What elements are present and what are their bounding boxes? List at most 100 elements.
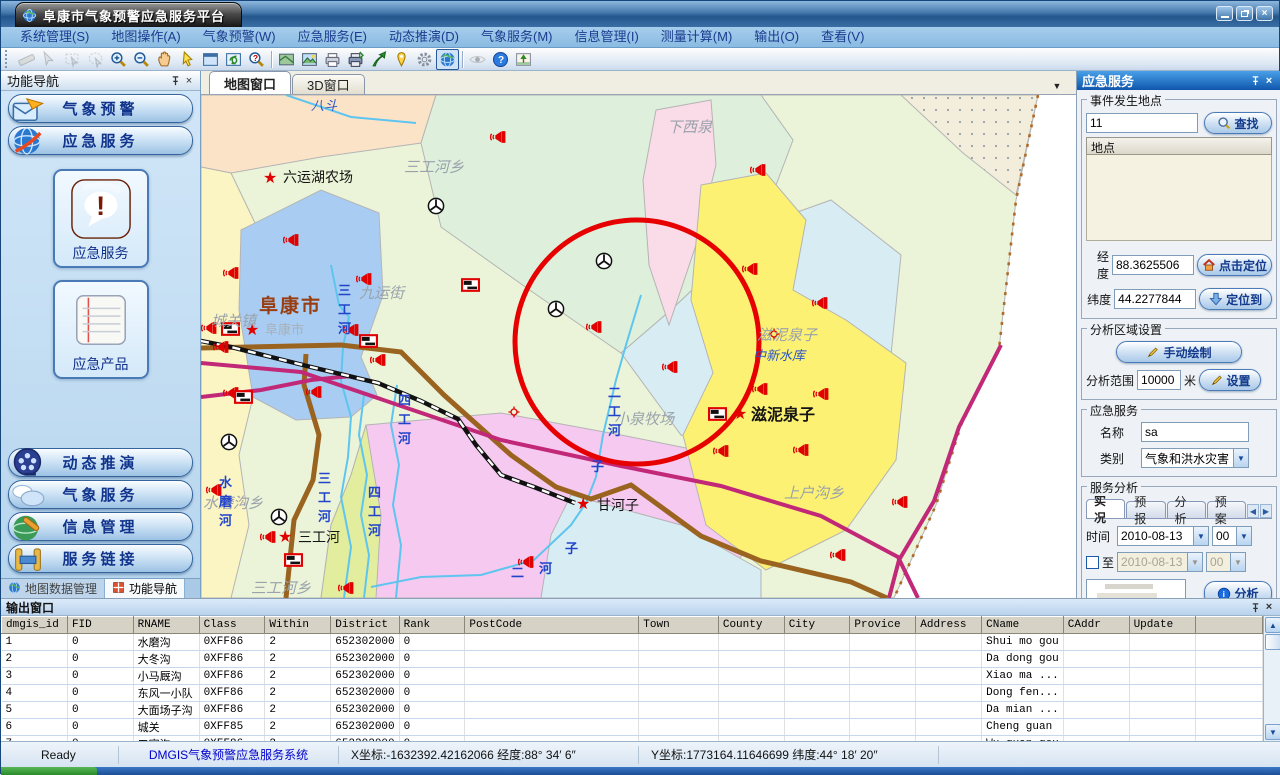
sidebar-item-气象服务[interactable]: 气象服务 [8, 480, 193, 509]
toolbar-select-button[interactable] [38, 49, 61, 70]
map-tab-地图窗口[interactable]: 地图窗口 [209, 71, 291, 94]
menu-item[interactable]: 查看(V) [810, 27, 875, 47]
column-header-RNAME[interactable]: RNAME [133, 617, 199, 634]
toolbar-help-button[interactable] [489, 49, 512, 70]
close-icon[interactable]: × [182, 74, 196, 88]
pin-icon[interactable] [1248, 600, 1262, 614]
location-list-header[interactable]: 地点 [1086, 137, 1272, 155]
output-table[interactable]: dmgis_idFIDRNAMEClassWithinDistrictRankP… [1, 616, 1263, 741]
menu-item[interactable]: 测量计算(M) [650, 27, 744, 47]
panel-tab-功能导航[interactable]: 功能导航 [105, 579, 185, 598]
toolbar-scene-button[interactable] [512, 49, 535, 70]
map-tab-3D窗口[interactable]: 3D窗口 [292, 74, 365, 94]
element-preview-box[interactable] [1086, 579, 1186, 598]
toolbar-layers-button[interactable] [275, 49, 298, 70]
column-header-dmgis_id[interactable]: dmgis_id [2, 617, 68, 634]
service-tab-实况[interactable]: 实况 [1086, 499, 1125, 518]
click-locate-button[interactable]: 点击定位 [1197, 254, 1272, 276]
menu-item[interactable]: 地图操作(A) [100, 27, 191, 47]
toolbar-settings-button[interactable] [413, 49, 436, 70]
column-header-Class[interactable]: Class [199, 617, 265, 634]
toolbar-marker-button[interactable] [390, 49, 413, 70]
pin-icon[interactable] [168, 74, 182, 88]
scroll-down-icon[interactable]: ▼ [1265, 724, 1280, 740]
menu-item[interactable]: 信息管理(I) [564, 27, 650, 47]
column-header-Town[interactable]: Town [639, 617, 719, 634]
restore-button[interactable] [1236, 6, 1253, 21]
sidebar-item-信息管理[interactable]: 信息管理 [8, 512, 193, 541]
service-tab-预案[interactable]: 预案 [1207, 501, 1246, 518]
toolbar-grip[interactable] [5, 50, 11, 68]
tool-button-应急服务[interactable]: 应急服务 [53, 169, 149, 268]
column-header-PostCode[interactable]: PostCode [465, 617, 639, 634]
scroll-up-icon[interactable]: ▲ [1265, 617, 1280, 633]
menu-item[interactable]: 应急服务(E) [287, 27, 378, 47]
set-range-button[interactable]: 设置 [1199, 369, 1261, 391]
latitude-input[interactable] [1114, 289, 1196, 309]
table-row[interactable]: 50大面场子沟0XFF8626523020000Da mian ... [2, 702, 1263, 719]
column-header-Address[interactable]: Address [916, 617, 982, 634]
close-icon[interactable]: × [1262, 74, 1276, 88]
table-row[interactable]: 60城关0XFF8526523020000Cheng guan [2, 719, 1263, 736]
column-header-Update[interactable]: Update [1129, 617, 1196, 634]
menu-item[interactable]: 气象预警(W) [192, 27, 287, 47]
toolbar-pan-button[interactable] [153, 49, 176, 70]
map-tab-dropdown-icon[interactable]: ▼ [1048, 78, 1066, 94]
column-header-CAddr[interactable]: CAddr [1063, 617, 1129, 634]
column-header-City[interactable]: City [784, 617, 850, 634]
sidebar-item-应急服务[interactable]: 应急服务 [8, 126, 193, 155]
analysis-range-input[interactable] [1137, 370, 1181, 390]
map-canvas[interactable]: ★★★★★六运湖农场三工河乡下西泉九运街阜康市城关镇阜康市滋泥泉子中新水库滋泥泉… [201, 95, 1076, 598]
panel-tab-地图数据管理[interactable]: 地图数据管理 [1, 579, 105, 598]
service-tab-分析[interactable]: 分析 [1167, 501, 1206, 518]
close-button[interactable]: × [1256, 6, 1273, 21]
toolbar-select-area-button[interactable] [84, 49, 107, 70]
scrollbar-thumb[interactable] [1265, 634, 1280, 650]
longitude-input[interactable] [1112, 255, 1194, 275]
manual-draw-button[interactable]: 手动绘制 [1116, 341, 1242, 363]
chevron-down-icon[interactable]: ▼ [1193, 527, 1208, 545]
tool-button-应急产品[interactable]: 应急产品 [53, 280, 149, 379]
menu-item[interactable]: 气象服务(M) [470, 27, 564, 47]
service-name-input[interactable] [1141, 422, 1249, 442]
column-header-Provice[interactable]: Provice [850, 617, 916, 634]
column-header-District[interactable]: District [331, 617, 399, 634]
location-search-input[interactable] [1086, 113, 1198, 133]
locate-to-button[interactable]: 定位到 [1199, 288, 1272, 310]
column-header-FID[interactable]: FID [67, 617, 133, 634]
hour-select[interactable]: 00 ▼ [1212, 526, 1252, 546]
table-row[interactable]: 20大冬沟0XFF8626523020000Da dong gou [2, 651, 1263, 668]
toolbar-zoom-out-button[interactable] [130, 49, 153, 70]
menu-item[interactable]: 动态推演(D) [378, 27, 470, 47]
minimize-button[interactable] [1216, 6, 1233, 21]
sidebar-item-动态推演[interactable]: 动态推演 [8, 448, 193, 477]
service-tab-预报[interactable]: 预报 [1126, 501, 1165, 518]
output-vertical-scrollbar[interactable]: ▲ ▼ [1263, 616, 1280, 741]
table-row[interactable]: 10水磨沟0XFF8626523020000Shui mo gou [2, 634, 1263, 651]
toolbar-select-rect-button[interactable] [61, 49, 84, 70]
pin-icon[interactable] [1248, 74, 1262, 88]
toolbar-identify-button[interactable] [245, 49, 268, 70]
toolbar-refresh-button[interactable] [222, 49, 245, 70]
toolbar-visibility-button[interactable] [466, 49, 489, 70]
scroll-left-icon[interactable]: ◀ [1247, 504, 1259, 518]
toolbar-pointer-button[interactable] [176, 49, 199, 70]
to-date-checkbox[interactable] [1086, 556, 1099, 569]
column-header-Rank[interactable]: Rank [399, 617, 465, 634]
menu-item[interactable]: 系统管理(S) [9, 27, 100, 47]
toolbar-zoom-in-button[interactable] [107, 49, 130, 70]
toolbar-export-image-button[interactable] [298, 49, 321, 70]
service-type-select[interactable]: 气象和洪水灾害 ▼ [1141, 448, 1249, 468]
toolbar-go-pointer-button[interactable] [367, 49, 390, 70]
toolbar-measure-button[interactable] [15, 49, 38, 70]
scroll-right-icon[interactable]: ▶ [1260, 504, 1272, 518]
table-row[interactable]: 30小马厩沟0XFF8626523020000Xiao ma ... [2, 668, 1263, 685]
toolbar-full-extent-button[interactable] [199, 49, 222, 70]
toolbar-print-button[interactable] [321, 49, 344, 70]
column-header-CName[interactable]: CName [982, 617, 1064, 634]
table-row[interactable]: 40东风一小队0XFF8626523020000Dong fen... [2, 685, 1263, 702]
find-button[interactable]: 查找 [1204, 112, 1272, 134]
location-list[interactable] [1086, 155, 1272, 241]
chevron-down-icon[interactable]: ▼ [1233, 449, 1248, 467]
toolbar-print-alt-button[interactable] [344, 49, 367, 70]
